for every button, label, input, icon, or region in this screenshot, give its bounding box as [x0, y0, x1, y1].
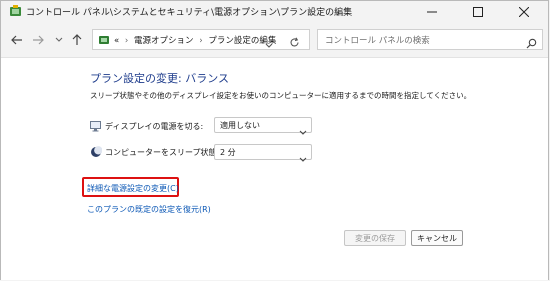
- minimize-icon: [427, 11, 437, 13]
- control-panel-icon: [10, 5, 21, 16]
- minimize-button[interactable]: [409, 1, 455, 23]
- advanced-power-settings-link[interactable]: 詳細な電源設定の変更(C): [87, 183, 179, 194]
- power-options-icon: [99, 36, 109, 44]
- close-icon: [519, 7, 529, 17]
- page-description: スリープ状態やその他のディスプレイ設定をお使いのコンピューターに適用するまでの時…: [90, 91, 472, 100]
- window: コントロール パネル\システムとセキュリティ\電源オプション\プラン設定の編集: [0, 0, 549, 280]
- close-button[interactable]: [501, 1, 547, 23]
- window-title: コントロール パネル\システムとセキュリティ\電源オプション\プラン設定の編集: [26, 8, 353, 18]
- address-dropdown-button[interactable]: [265, 34, 273, 53]
- search-box[interactable]: コントロール パネルの検索: [317, 29, 543, 50]
- display-off-value: 適用しない: [220, 121, 260, 130]
- recent-locations-button[interactable]: [49, 31, 69, 49]
- up-button[interactable]: [67, 31, 87, 49]
- maximize-button[interactable]: [455, 1, 501, 23]
- search-button[interactable]: [526, 34, 537, 53]
- sleep-select[interactable]: 2 分: [214, 144, 312, 162]
- chevron-down-icon: [299, 121, 307, 140]
- breadcrumb: « › 電源オプション › プラン設定の編集: [114, 34, 276, 46]
- back-button[interactable]: [7, 31, 27, 49]
- arrow-right-icon: [33, 35, 44, 45]
- arrow-left-icon: [11, 35, 22, 45]
- display-off-select[interactable]: 適用しない: [214, 117, 312, 135]
- display-off-label: ディスプレイの電源を切る:: [105, 122, 204, 131]
- cancel-button[interactable]: キャンセル: [411, 230, 463, 246]
- main-content: プラン設定の変更: バランス スリープ状態やその他のディスプレイ設定をお使いのコ…: [1, 58, 548, 280]
- display-icon: [90, 121, 101, 132]
- breadcrumb-power-options[interactable]: 電源オプション: [134, 34, 194, 46]
- chevron-down-icon: [55, 37, 63, 42]
- breadcrumb-overflow[interactable]: «: [114, 36, 119, 46]
- chevron-down-icon: [265, 43, 273, 48]
- maximize-icon: [473, 7, 483, 17]
- search-icon: [526, 38, 537, 49]
- arrow-up-icon: [72, 34, 82, 45]
- restore-defaults-link[interactable]: このプランの既定の設定を復元(R): [87, 204, 211, 215]
- chevron-down-icon: [299, 148, 307, 167]
- save-changes-button[interactable]: 変更の保存: [344, 230, 406, 246]
- navigation-bar: « › 電源オプション › プラン設定の編集 コントロール パネルの検索: [1, 23, 548, 58]
- refresh-button[interactable]: [289, 33, 300, 52]
- sleep-value: 2 分: [220, 148, 236, 157]
- breadcrumb-separator[interactable]: ›: [199, 36, 202, 46]
- page-title: プラン設定の変更: バランス: [90, 72, 229, 85]
- title-bar: コントロール パネル\システムとセキュリティ\電源オプション\プラン設定の編集: [1, 1, 548, 23]
- refresh-icon: [290, 37, 299, 47]
- moon-icon: [91, 146, 102, 157]
- search-input[interactable]: コントロール パネルの検索: [325, 34, 430, 46]
- forward-button[interactable]: [28, 31, 48, 49]
- breadcrumb-separator: ›: [124, 36, 129, 46]
- address-bar[interactable]: « › 電源オプション › プラン設定の編集: [92, 29, 310, 50]
